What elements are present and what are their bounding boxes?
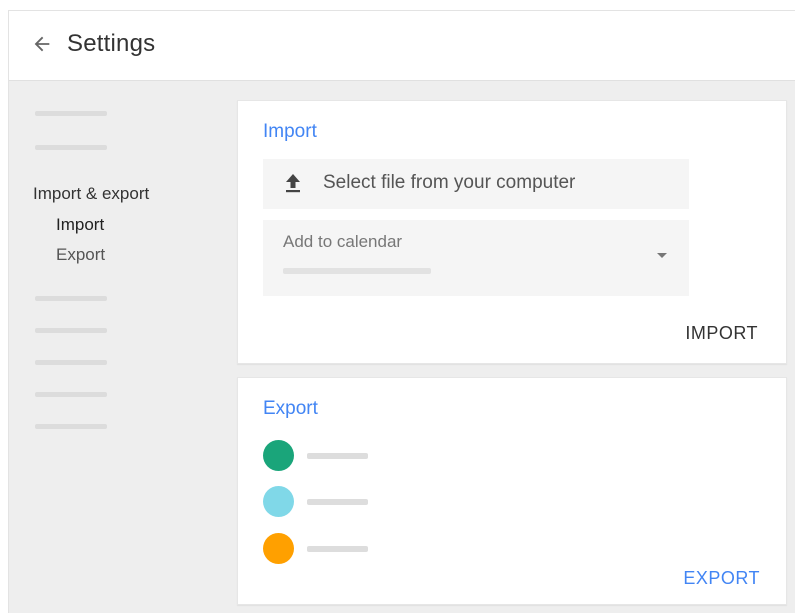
sidebar-placeholder-item <box>35 328 107 333</box>
calendar-name-placeholder <box>307 453 368 459</box>
page-title: Settings <box>67 30 156 57</box>
export-card-title: Export <box>263 398 318 419</box>
calendar-name-placeholder <box>307 546 368 552</box>
sidebar-section-import-export[interactable]: Import & export <box>33 184 149 204</box>
import-card-title: Import <box>263 121 317 142</box>
sidebar-placeholder-item <box>35 145 107 150</box>
export-card: Export EXPORT <box>237 377 787 605</box>
chevron-down-icon <box>657 253 667 258</box>
calendar-value-placeholder <box>283 268 431 274</box>
upload-icon <box>286 174 300 193</box>
sidebar: Import & export Import Export <box>9 81 234 613</box>
sidebar-placeholder-item <box>35 424 107 429</box>
sidebar-item-import[interactable]: Import <box>56 215 104 235</box>
sidebar-placeholder-item <box>35 111 107 116</box>
add-to-calendar-dropdown[interactable]: Add to calendar <box>263 220 689 296</box>
select-file-label: Select file from your computer <box>323 172 576 193</box>
sidebar-placeholder-item <box>35 392 107 397</box>
calendar-color-dot <box>263 440 294 471</box>
add-to-calendar-label: Add to calendar <box>283 232 403 251</box>
import-button[interactable]: IMPORT <box>685 323 758 344</box>
calendar-color-dot <box>263 533 294 564</box>
calendar-list-item[interactable] <box>263 486 383 520</box>
arrow-back-icon[interactable] <box>31 33 53 55</box>
calendar-name-placeholder <box>307 499 368 505</box>
calendar-color-dot <box>263 486 294 517</box>
sidebar-item-export[interactable]: Export <box>56 245 105 265</box>
app-header: Settings <box>9 11 795 81</box>
calendar-list-item[interactable] <box>263 440 383 474</box>
select-file-button[interactable]: Select file from your computer <box>263 159 689 209</box>
settings-window: Settings Import & export Import Export I… <box>8 10 795 613</box>
sidebar-placeholder-item <box>35 296 107 301</box>
import-card: Import Select file from your computer Ad… <box>237 100 787 364</box>
sidebar-placeholder-item <box>35 360 107 365</box>
export-button[interactable]: EXPORT <box>683 568 760 589</box>
calendar-list-item[interactable] <box>263 533 383 567</box>
